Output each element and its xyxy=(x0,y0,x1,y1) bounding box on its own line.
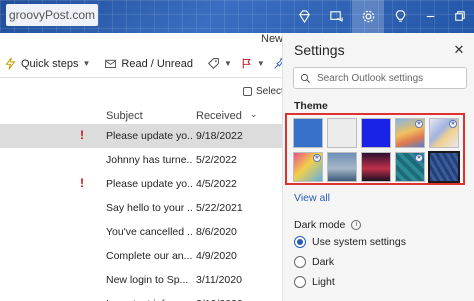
star-icon: ★ xyxy=(313,154,321,162)
command-bar: Quick steps ▼ Read / Unread ▼ ▼ ▼ xyxy=(0,50,319,78)
mail-date: 4/9/2020 xyxy=(196,250,237,262)
chevron-down-icon: ▼ xyxy=(256,59,265,68)
importance-icon: ! xyxy=(80,176,84,190)
info-icon[interactable]: i xyxy=(351,220,362,230)
tips-lightbulb-icon[interactable] xyxy=(384,0,416,33)
lightning-icon xyxy=(5,57,16,70)
mail-date: 4/5/2022 xyxy=(196,178,237,190)
checkbox-icon xyxy=(243,87,252,96)
theme-heading: Theme xyxy=(294,100,328,112)
list-header: Subject Received ⌄ xyxy=(0,106,282,124)
chevron-down-icon: ▼ xyxy=(82,59,91,68)
quick-steps-label: Quick steps xyxy=(21,57,79,70)
theme-swatch-mountains[interactable] xyxy=(327,152,357,182)
mail-row[interactable]: Important inform...2/19/2020 xyxy=(0,292,282,301)
envelope-icon xyxy=(105,59,117,69)
star-icon: ★ xyxy=(415,154,423,162)
settings-title: Settings xyxy=(294,42,345,58)
mail-subject: Complete our an... xyxy=(106,250,192,262)
mail-row[interactable]: Say hello to your ... 5/22/2021 xyxy=(0,196,282,220)
theme-swatch-bright-blue[interactable] xyxy=(361,118,391,148)
mail-row[interactable]: ! Please update yo... 9/18/2022 xyxy=(0,124,282,148)
chevron-down-icon: ▼ xyxy=(223,59,232,68)
read-unread-button[interactable]: Read / Unread xyxy=(100,50,197,78)
radio-button-selected[interactable] xyxy=(294,236,306,248)
search-icon xyxy=(300,73,310,83)
theme-swatch-blue-pattern[interactable] xyxy=(428,151,460,183)
theme-swatch-abstract[interactable]: ★ xyxy=(429,118,459,148)
mail-subject: You've cancelled ... xyxy=(106,226,192,238)
star-icon: ★ xyxy=(449,120,457,128)
dark-mode-label: Dark mode xyxy=(294,219,346,231)
sort-chevron-icon[interactable]: ⌄ xyxy=(250,109,258,120)
theme-swatch-light-gray[interactable] xyxy=(327,118,357,148)
select-toggle[interactable]: Select xyxy=(243,86,284,97)
theme-swatch-red-palms[interactable] xyxy=(361,152,391,182)
dark-mode-heading: Dark mode i xyxy=(294,219,362,231)
mail-date: 9/18/2022 xyxy=(196,130,243,142)
column-received[interactable]: Received xyxy=(196,110,242,122)
radio-button[interactable] xyxy=(294,256,306,268)
title-bar: groovyPost.com xyxy=(0,0,474,33)
mail-row[interactable]: Johnny has turne... 5/2/2022 xyxy=(0,148,282,172)
radio-use-system-settings[interactable]: Use system settings xyxy=(294,236,406,248)
diamond-icon[interactable] xyxy=(288,0,320,33)
mail-subject: Please update yo... xyxy=(106,178,192,190)
mail-date: 3/11/2020 xyxy=(196,274,242,286)
title-bar-actions xyxy=(288,0,474,33)
view-all-themes-link[interactable]: View all xyxy=(294,192,330,204)
settings-search-input[interactable]: Search Outlook settings xyxy=(293,67,467,89)
radio-label: Light xyxy=(312,276,335,288)
mail-row[interactable]: New login to Sp... 3/11/2020 xyxy=(0,268,282,292)
star-icon: ★ xyxy=(415,120,423,128)
column-subject[interactable]: Subject xyxy=(106,110,143,122)
mail-date: 5/22/2021 xyxy=(196,202,243,214)
radio-label: Dark xyxy=(312,256,335,268)
search-placeholder: Search Outlook settings xyxy=(317,72,424,84)
theme-gallery: ★ ★ ★ ★ xyxy=(285,113,465,185)
mail-subject: New login to Sp... xyxy=(106,274,189,286)
read-unread-label: Read / Unread xyxy=(121,57,193,70)
radio-label: Use system settings xyxy=(312,236,406,248)
mail-date: 8/6/2020 xyxy=(196,226,237,238)
select-label: Select xyxy=(256,86,284,97)
radio-dark[interactable]: Dark xyxy=(294,256,334,268)
radio-light[interactable]: Light xyxy=(294,276,335,288)
minimize-icon[interactable] xyxy=(416,0,445,33)
theme-swatch-sunset[interactable]: ★ xyxy=(395,118,425,148)
quick-steps-button[interactable]: Quick steps ▼ xyxy=(0,50,94,78)
mail-date: 5/2/2022 xyxy=(196,154,237,166)
mail-row[interactable]: ! Please update yo... 4/5/2022 xyxy=(0,172,282,196)
mail-subject: Johnny has turne... xyxy=(106,154,192,166)
importance-icon: ! xyxy=(80,128,84,142)
theme-swatch-blue[interactable] xyxy=(293,118,323,148)
tag-icon xyxy=(207,58,219,70)
mail-row[interactable]: Complete our an... 4/9/2020 xyxy=(0,244,282,268)
flag-button[interactable]: ▼ xyxy=(236,50,269,78)
send-receive-icon[interactable] xyxy=(320,0,352,33)
radio-button[interactable] xyxy=(294,276,306,288)
theme-swatch-circuit[interactable]: ★ xyxy=(395,152,425,182)
close-icon[interactable]: ✕ xyxy=(450,41,468,59)
restore-icon[interactable] xyxy=(445,0,474,33)
watermark: groovyPost.com xyxy=(6,4,98,26)
settings-panel: Settings ✕ Search Outlook settings Theme… xyxy=(282,33,474,301)
mail-subject: Say hello to your ... xyxy=(106,202,192,214)
flag-icon xyxy=(242,58,251,69)
mail-subject: Please update yo... xyxy=(106,130,192,142)
mail-row[interactable]: You've cancelled ... 8/6/2020 xyxy=(0,220,282,244)
gear-icon[interactable] xyxy=(352,0,384,33)
tag-button[interactable]: ▼ xyxy=(203,50,236,78)
theme-swatch-colorful[interactable]: ★ xyxy=(293,152,323,182)
